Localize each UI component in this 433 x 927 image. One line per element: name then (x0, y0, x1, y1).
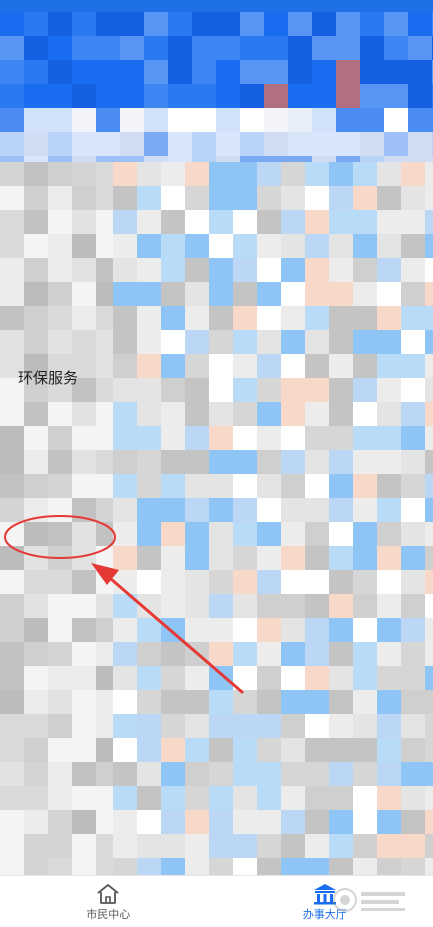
header-banner (0, 12, 433, 162)
pixelated-sidebar-items (0, 162, 113, 875)
watermark-logo (333, 888, 405, 912)
sidebar-item-environmental-services[interactable]: 环保服务 (18, 366, 78, 390)
pixelated-service-tiles (113, 162, 433, 875)
pixelated-header-content (0, 12, 433, 162)
home-icon (97, 884, 119, 904)
nav-label: 市民中心 (86, 908, 131, 921)
nav-tab-citizen-center[interactable]: 市民中心 (0, 876, 217, 927)
service-grid (113, 162, 433, 875)
category-sidebar (0, 162, 113, 875)
status-bar (0, 0, 433, 12)
